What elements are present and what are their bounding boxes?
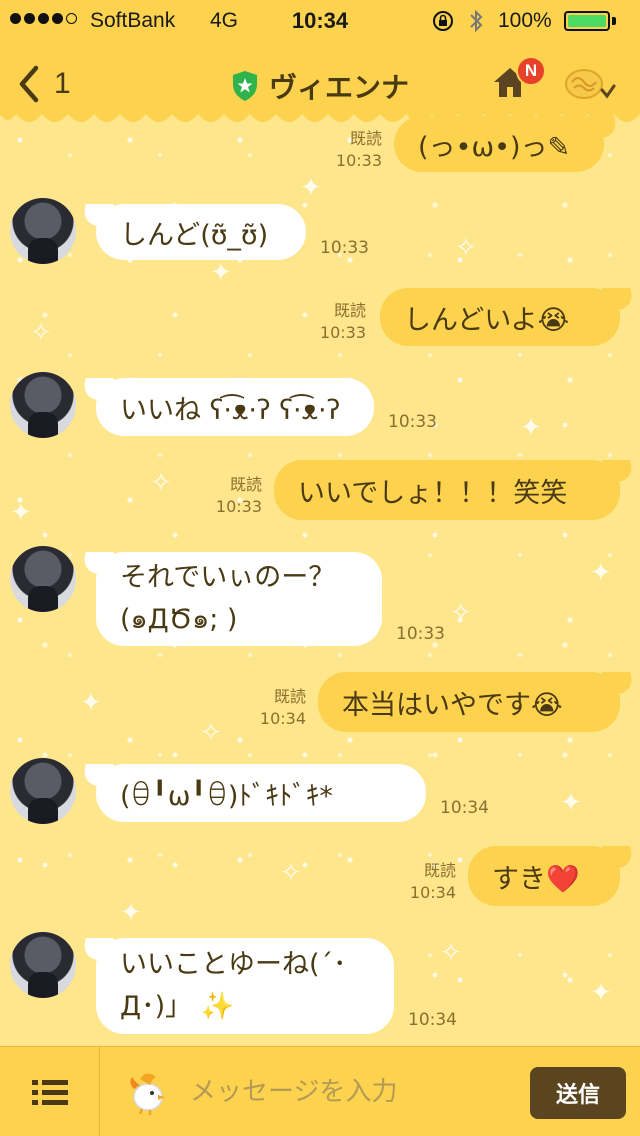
message-text: (っ•ω•)っ✎	[418, 131, 571, 163]
avatar[interactable]	[10, 372, 76, 438]
message-bubble[interactable]: すき❤️	[468, 846, 620, 906]
message-meta: 既読 10:33	[330, 128, 382, 172]
message-time: 10:34	[259, 709, 306, 728]
menu-brain-icon[interactable]	[562, 66, 618, 106]
avatar[interactable]	[10, 198, 76, 264]
message-time: 10:33	[388, 412, 437, 432]
message-bubble[interactable]: (ꃪ╹ω╹ꃪ)ﾄﾞｷﾄﾞｷ*	[96, 764, 426, 822]
bluetooth-icon	[470, 9, 483, 33]
battery-percent: 100%	[498, 9, 552, 32]
message-text: (ꃪ╹ω╹ꃪ)ﾄﾞｷﾄﾞｷ*	[120, 780, 333, 812]
message-text-line: それでいぃのー？	[120, 562, 336, 593]
message-bubble[interactable]: 本当はいやです😭	[318, 672, 620, 732]
message-meta: 既読 10:33	[314, 300, 366, 344]
message-bubble[interactable]: しんどいよ😭	[380, 288, 620, 346]
message-text: すき❤️	[492, 863, 580, 895]
send-button[interactable]: 送信	[530, 1067, 626, 1119]
message-bubble[interactable]: いいでしょ！！！笑笑	[274, 460, 620, 520]
read-receipt: 既読	[423, 861, 456, 880]
status-bar: SoftBank 4G 10:34 100%	[0, 0, 640, 40]
message-bubble[interactable]: それでいぃのー？ (๑ДԾ๑; )	[96, 552, 382, 646]
home-button[interactable]: N	[492, 56, 546, 104]
chat-title: ヴィエンナ	[268, 71, 409, 104]
avatar[interactable]	[10, 758, 76, 824]
message-bubble[interactable]: いいことゆーね(´･ Д･)」 ✨	[96, 938, 394, 1034]
battery-tip	[612, 17, 616, 25]
message-text: いいね ʕ·͡ᴥ·ʔ ʕ·͡ᴥ·ʔ	[120, 394, 341, 426]
header-scallop-edge	[0, 108, 640, 122]
chat-header: 1 ヴィエンナ N	[0, 40, 640, 112]
shield-star-icon	[232, 71, 257, 101]
message-text: いいでしょ！！！笑笑	[298, 477, 568, 509]
read-receipt: 既読	[273, 687, 306, 706]
message-time: 10:34	[408, 1010, 457, 1030]
avatar[interactable]	[10, 932, 76, 998]
message-meta: 既読 10:34	[404, 860, 456, 904]
lock-rotation-icon	[433, 11, 453, 31]
message-time: 10:34	[440, 798, 489, 818]
message-text-line: いいことゆーね(´･	[120, 949, 347, 980]
message-input-bar: 送信	[0, 1046, 640, 1136]
message-time: 10:33	[319, 323, 366, 342]
message-text: しんど(ʊ̃_ʊ̃)	[120, 219, 269, 251]
notification-badge: N	[516, 56, 546, 86]
read-receipt: 既読	[229, 475, 262, 494]
read-receipt: 既読	[333, 301, 366, 320]
battery-icon	[564, 11, 610, 31]
message-meta: 既読 10:34	[254, 686, 306, 730]
message-text-line: Д･)」 ✨	[120, 991, 235, 1022]
message-bubble[interactable]: いいね ʕ·͡ᴥ·ʔ ʕ·͡ᴥ·ʔ	[96, 378, 374, 436]
message-time: 10:33	[320, 238, 369, 258]
message-text: 本当はいやです😭	[342, 689, 563, 721]
message-input[interactable]	[190, 1069, 510, 1115]
avatar[interactable]	[10, 546, 76, 612]
menu-list-button[interactable]	[0, 1047, 100, 1136]
message-bubble[interactable]: しんど(ʊ̃_ʊ̃)	[96, 204, 306, 260]
message-time: 10:33	[215, 497, 262, 516]
bird-sticker-icon[interactable]	[124, 1069, 172, 1115]
message-time: 10:33	[335, 151, 382, 170]
message-time: 10:33	[396, 624, 445, 644]
message-meta: 既読 10:33	[210, 474, 262, 518]
message-text: しんどいよ😭	[404, 304, 570, 336]
read-receipt: 既読	[349, 129, 382, 148]
message-time: 10:34	[409, 883, 456, 902]
message-text-line: (๑ДԾ๑; )	[120, 604, 238, 635]
list-icon	[31, 1080, 68, 1105]
